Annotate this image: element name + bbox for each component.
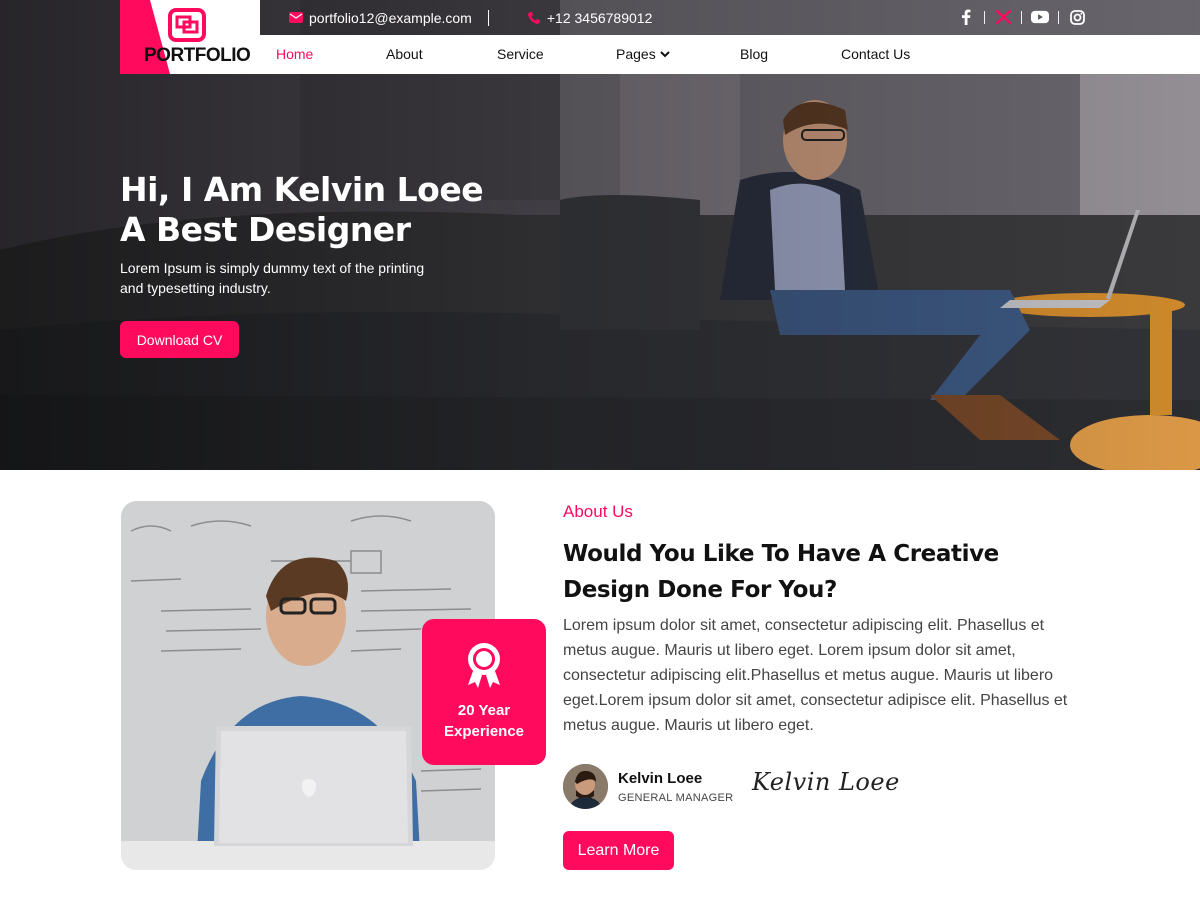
- experience-text: 20 Year Experience: [422, 700, 546, 742]
- email-contact[interactable]: portfolio12@example.com: [289, 10, 472, 26]
- author-block: Kelvin Loee GENERAL MANAGER: [563, 764, 733, 809]
- nav-item-pages[interactable]: Pages: [616, 46, 670, 62]
- nav-item-blog[interactable]: Blog: [740, 46, 768, 62]
- social-links: [957, 8, 1086, 26]
- hero-title: Hi, I Am Kelvin Loee A Best Designer: [120, 170, 540, 250]
- author-info: Kelvin Loee GENERAL MANAGER: [618, 770, 733, 804]
- about-description: Lorem ipsum dolor sit amet, consectetur …: [563, 617, 1068, 734]
- hero-subtitle: Lorem Ipsum is simply dummy text of the …: [120, 260, 425, 296]
- avatar: [563, 764, 608, 809]
- about-title: Would You Like To Have A Creative Design…: [563, 541, 999, 603]
- nav-item-service[interactable]: Service: [497, 46, 544, 62]
- youtube-icon[interactable]: [1031, 8, 1049, 26]
- facebook-icon[interactable]: [957, 8, 975, 26]
- nav-item-home[interactable]: Home: [276, 46, 313, 62]
- chevron-down-icon: [659, 50, 670, 57]
- author-name: Kelvin Loee: [618, 769, 703, 787]
- logo-text: PORTFOLIO: [144, 45, 251, 66]
- nav-item-contact[interactable]: Contact Us: [841, 46, 910, 62]
- award-medal-icon: [468, 643, 500, 688]
- main-nav: Home About Service Pages Blog Contact Us: [260, 35, 1200, 74]
- divider: [984, 10, 985, 24]
- phone-contact[interactable]: +12 3456789012: [527, 9, 653, 26]
- hero-title-line-1: Hi, I Am Kelvin Loee: [120, 170, 484, 209]
- logo-icon: [168, 8, 206, 42]
- email-text: portfolio12@example.com: [309, 9, 472, 26]
- download-cv-button[interactable]: Download CV: [120, 321, 239, 358]
- phone-icon: [527, 11, 540, 24]
- phone-text: +12 3456789012: [546, 9, 653, 26]
- divider: [487, 9, 489, 26]
- nav-item-pages-label: Pages: [616, 46, 656, 62]
- nav-item-about[interactable]: About: [386, 46, 423, 62]
- author-role: GENERAL MANAGER: [618, 791, 734, 804]
- experience-badge: 20 Year Experience: [422, 619, 546, 765]
- experience-years: 20 Year: [457, 702, 511, 719]
- signature: Kelvin Loee: [752, 768, 900, 796]
- mail-icon: [289, 12, 303, 23]
- hero-title-line-2: A Best Designer: [120, 210, 411, 249]
- experience-label: Experience: [443, 723, 525, 740]
- x-icon[interactable]: [994, 8, 1012, 26]
- instagram-icon[interactable]: [1068, 8, 1086, 26]
- logo[interactable]: PORTFOLIO: [120, 0, 260, 74]
- divider: [1058, 10, 1059, 24]
- learn-more-button[interactable]: Learn More: [563, 831, 674, 870]
- divider: [1021, 10, 1022, 24]
- about-section-label: About Us: [563, 502, 633, 521]
